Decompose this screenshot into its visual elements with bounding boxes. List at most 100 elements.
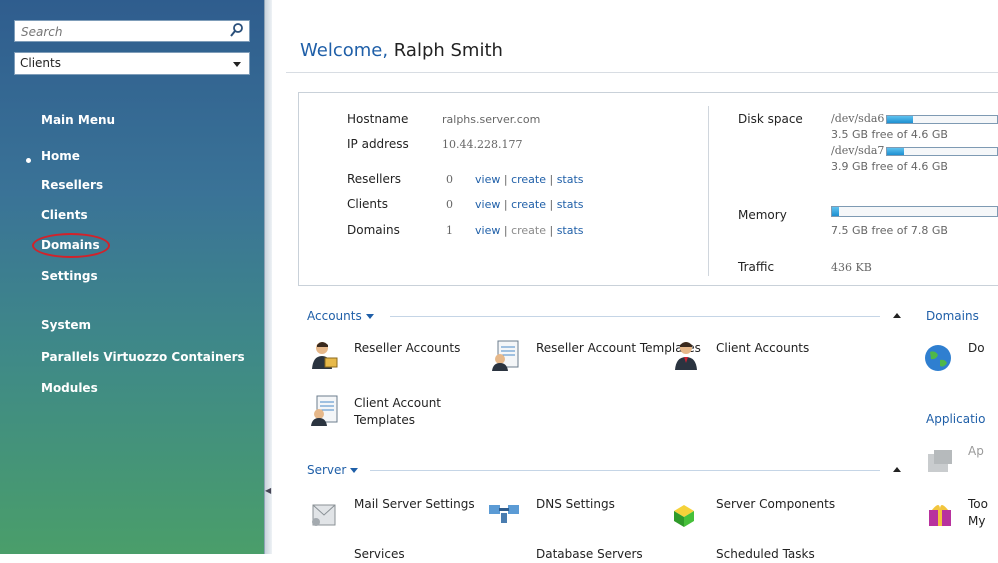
clients-label: Clients [347, 197, 388, 211]
nav-item-modules[interactable]: Modules [41, 381, 98, 395]
nav-item-clients[interactable]: Clients [41, 208, 88, 222]
ip-value: 10.44.228.177 [442, 138, 523, 151]
client-accounts-icon[interactable] [670, 339, 702, 371]
ip-label: IP address [347, 137, 409, 151]
dns-settings-icon[interactable] [488, 497, 520, 529]
clients-view-link[interactable]: view [475, 198, 500, 211]
disk-sda6-device: /dev/sda6 [831, 112, 885, 125]
disk-sda6-free: 3.5 GB free of 4.6 GB [831, 128, 948, 141]
resellers-view-link[interactable]: view [475, 173, 500, 186]
scope-select-value: Clients [20, 56, 61, 70]
link-separator: | [549, 173, 554, 186]
search-icon[interactable] [229, 22, 245, 38]
resellers-create-link[interactable]: create [511, 173, 546, 186]
collapse-up-icon[interactable] [893, 467, 901, 472]
hostname-value: ralphs.server.com [442, 113, 541, 126]
domains-create-link: create [511, 224, 546, 237]
memory-fill [832, 207, 839, 216]
collapse-sidebar-icon[interactable]: ◀ [265, 486, 271, 495]
disk-sda7-device: /dev/sda7 [831, 144, 885, 157]
disk-sda6-fill [887, 116, 914, 123]
applications-icon [928, 450, 952, 472]
hostname-label: Hostname [347, 112, 409, 126]
reseller-accounts-icon[interactable] [309, 339, 341, 371]
traffic-label: Traffic [738, 260, 775, 274]
client-account-templates-label[interactable]: Client Account Templates [354, 395, 464, 429]
domains-item-label[interactable]: Do [968, 340, 985, 357]
domains-view-link[interactable]: view [475, 224, 500, 237]
system-heading: System [41, 318, 91, 332]
link-separator: | [549, 198, 554, 211]
collapse-up-icon[interactable] [893, 313, 901, 318]
memory-free: 7.5 GB free of 7.8 GB [831, 224, 948, 237]
welcome-prefix: Welcome, [300, 40, 389, 61]
accounts-section-rule [390, 316, 880, 317]
disk-sda7-bar [886, 147, 998, 156]
resellers-label: Resellers [347, 172, 402, 186]
database-servers-label[interactable]: Database Servers [536, 546, 643, 563]
resellers-count: 0 [446, 173, 453, 186]
resellers-stats-link[interactable]: stats [557, 173, 584, 186]
search-box[interactable] [14, 20, 250, 42]
disk-sda7-free: 3.9 GB free of 4.6 GB [831, 160, 948, 173]
memory-label: Memory [738, 208, 787, 222]
clients-create-link[interactable]: create [511, 198, 546, 211]
nav-item-virtuozzo[interactable]: Parallels Virtuozzo Containers [41, 350, 245, 364]
domains-section-title: Domains [926, 309, 979, 323]
reseller-account-templates-icon[interactable] [490, 339, 522, 371]
accounts-section-title: Accounts [307, 309, 362, 323]
domains-section-toggle[interactable]: Domains [926, 309, 979, 323]
nav-item-settings[interactable]: Settings [41, 269, 98, 283]
domains-label: Domains [347, 223, 400, 237]
traffic-value: 436 KB [831, 261, 872, 274]
server-section-toggle[interactable]: Server [307, 463, 359, 477]
client-account-templates-icon[interactable] [309, 394, 341, 426]
accounts-section-toggle[interactable]: Accounts [307, 309, 374, 323]
panel-divider [708, 106, 709, 276]
sidebar: Clients Main Menu Home Resellers Clients… [0, 0, 264, 554]
domains-links: view | create | stats [475, 224, 584, 237]
tools-item-label[interactable]: Too My [968, 496, 994, 530]
disk-sda7-fill [887, 148, 904, 155]
disk-space-label: Disk space [738, 112, 803, 126]
nav-item-home[interactable]: Home [41, 149, 80, 163]
scheduled-tasks-label[interactable]: Scheduled Tasks [716, 546, 815, 563]
server-section-rule [370, 470, 880, 471]
page-title: Welcome, Ralph Smith [300, 40, 503, 61]
chevron-down-icon [350, 468, 359, 473]
link-separator: | [503, 198, 508, 211]
mail-server-settings-icon[interactable] [309, 497, 341, 529]
search-input[interactable] [19, 22, 223, 42]
domains-globe-icon[interactable] [922, 342, 954, 374]
domains-count: 1 [446, 224, 453, 237]
dns-settings-label[interactable]: DNS Settings [536, 496, 615, 513]
scope-select[interactable]: Clients [14, 52, 250, 75]
chevron-down-icon [365, 314, 374, 319]
disk-sda6-bar [886, 115, 998, 124]
main-menu-heading: Main Menu [41, 113, 116, 127]
user-name: Ralph Smith [393, 40, 503, 61]
server-section-title: Server [307, 463, 347, 477]
client-accounts-label[interactable]: Client Accounts [716, 340, 809, 357]
link-separator: | [503, 173, 508, 186]
mail-server-settings-label[interactable]: Mail Server Settings [354, 496, 475, 513]
title-divider [286, 72, 998, 73]
clients-count: 0 [446, 198, 453, 211]
server-components-label[interactable]: Server Components [716, 496, 835, 513]
domains-stats-link[interactable]: stats [557, 224, 584, 237]
chevron-down-icon [233, 62, 241, 67]
active-bullet-icon [26, 158, 31, 163]
services-label[interactable]: Services [354, 546, 405, 563]
nav-item-resellers[interactable]: Resellers [41, 178, 103, 192]
link-separator: | [503, 224, 508, 237]
applications-section-title[interactable]: Applicatio [926, 412, 985, 426]
clients-stats-link[interactable]: stats [557, 198, 584, 211]
resellers-links: view | create | stats [475, 173, 584, 186]
applications-item-label: Ap [968, 444, 984, 458]
sidebar-splitter[interactable] [264, 0, 272, 554]
tools-gift-icon[interactable] [924, 498, 956, 530]
memory-bar [831, 206, 998, 217]
reseller-accounts-label[interactable]: Reseller Accounts [354, 340, 460, 357]
server-components-icon[interactable] [670, 497, 702, 529]
highlight-annotation [32, 233, 110, 258]
